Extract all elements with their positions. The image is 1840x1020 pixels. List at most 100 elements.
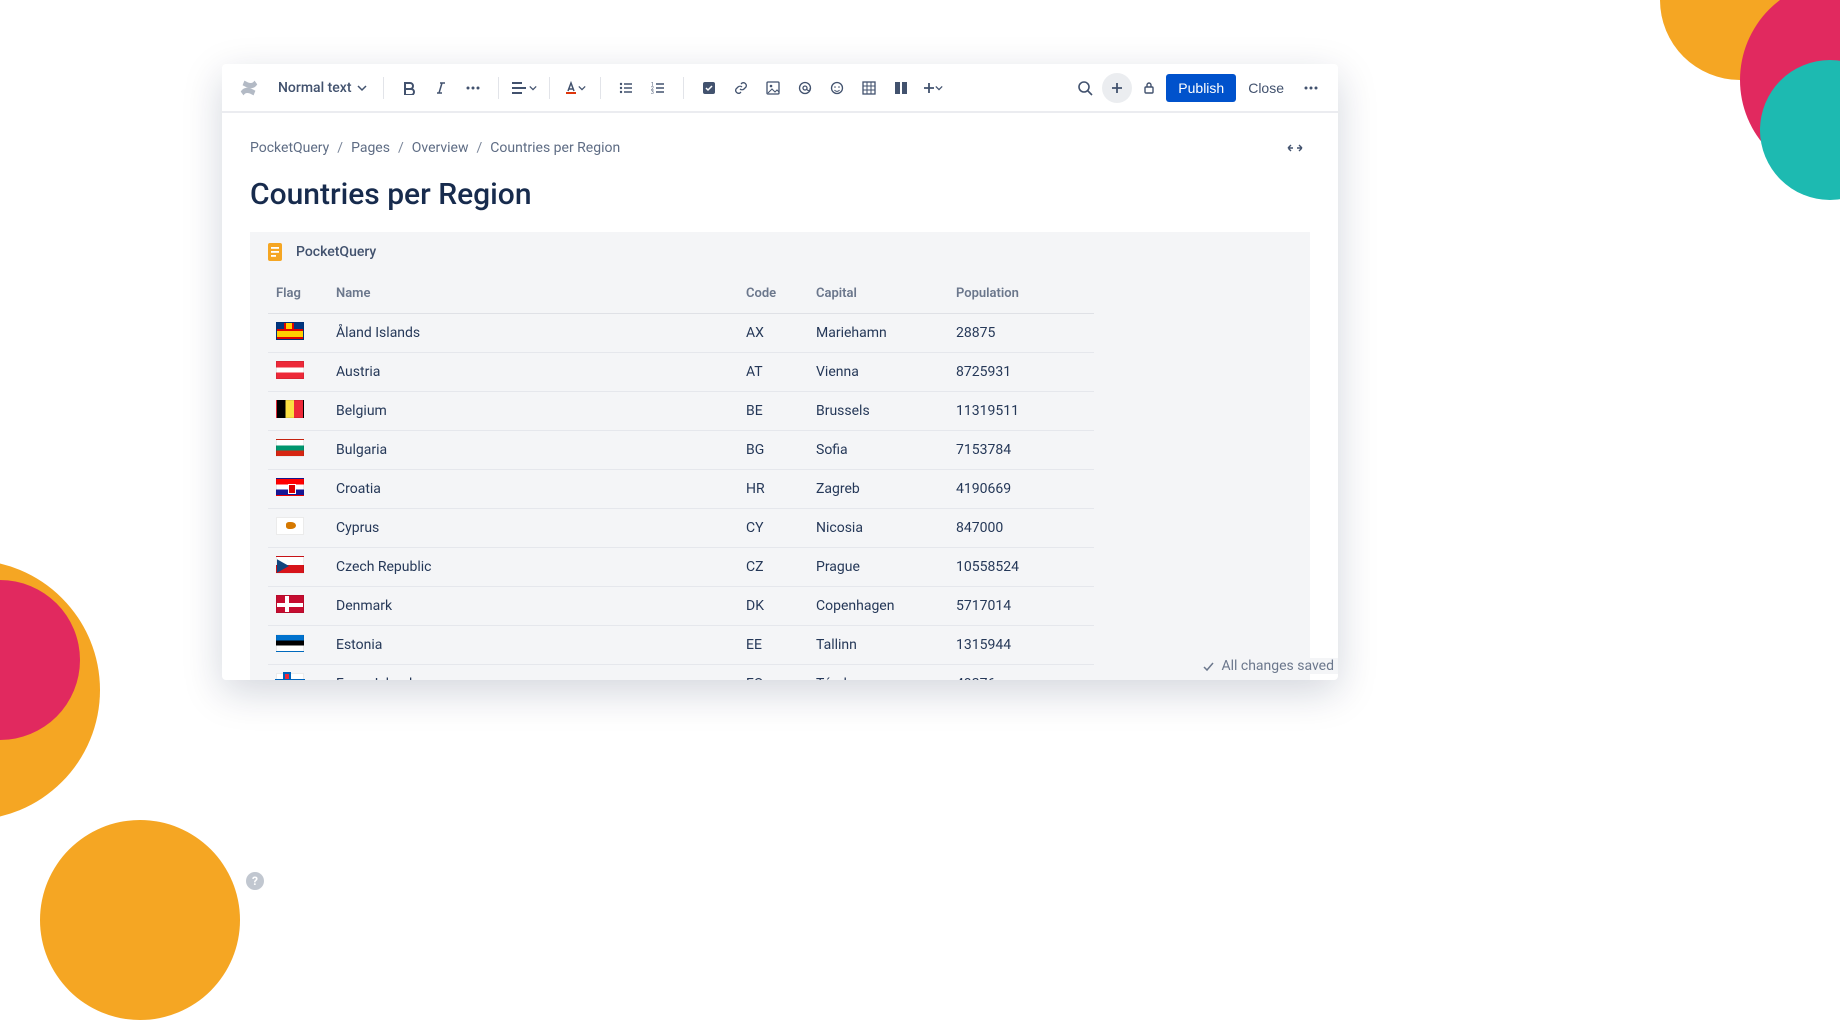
close-button[interactable]: Close [1238,74,1294,102]
decoration [40,820,240,1020]
separator [549,77,550,99]
col-code: Code [738,276,808,314]
cell-flag [268,314,328,353]
numbered-list-button[interactable]: 123 [643,73,673,103]
cell-population: 28875 [948,314,1094,353]
add-button[interactable] [1102,73,1132,103]
editor-window: Normal text 123 Publish Close [222,64,1338,680]
bullet-list-button[interactable] [611,73,641,103]
breadcrumb-item[interactable]: Pages [351,140,390,156]
breadcrumb-item[interactable]: PocketQuery [250,140,329,156]
bold-button[interactable] [394,73,424,103]
cell-name: Åland Islands [328,314,738,353]
cell-code: DK [738,587,808,626]
table-header-row: Flag Name Code Capital Population [268,276,1094,314]
insert-dropdown[interactable] [918,73,948,103]
layout-button[interactable] [886,73,916,103]
cell-flag [268,470,328,509]
image-button[interactable] [758,73,788,103]
cell-name: Bulgaria [328,431,738,470]
help-button[interactable]: ? [246,872,264,890]
cell-capital: Zagreb [808,470,948,509]
countries-table: Flag Name Code Capital Population Åland … [268,276,1094,680]
confluence-logo-icon [238,77,260,99]
cell-name: Estonia [328,626,738,665]
cell-capital: Tórshavn [808,665,948,681]
cell-capital: Tallinn [808,626,948,665]
col-flag: Flag [268,276,328,314]
table-button[interactable] [854,73,884,103]
cell-flag [268,509,328,548]
cell-capital: Vienna [808,353,948,392]
flag-icon [276,439,304,457]
cell-code: EE [738,626,808,665]
collapse-width-button[interactable] [1280,133,1310,163]
cell-code: BG [738,431,808,470]
table-row: Åland IslandsAXMariehamn28875 [268,314,1094,353]
cell-code: AT [738,353,808,392]
cell-code: HR [738,470,808,509]
cell-code: AX [738,314,808,353]
chevron-down-icon [935,84,943,92]
cell-flag [268,587,328,626]
search-button[interactable] [1070,73,1100,103]
page-content: PocketQuery / Pages / Overview / Countri… [222,113,1338,680]
link-button[interactable] [726,73,756,103]
breadcrumb-separator: / [477,140,483,156]
mention-button[interactable] [790,73,820,103]
cell-code: FO [738,665,808,681]
cell-code: CY [738,509,808,548]
cell-name: Czech Republic [328,548,738,587]
macro-name: PocketQuery [296,244,376,260]
flag-icon [276,400,304,418]
cell-flag [268,431,328,470]
italic-button[interactable] [426,73,456,103]
text-style-dropdown[interactable]: Normal text [272,76,373,100]
toolbar: Normal text 123 Publish Close [222,64,1338,113]
breadcrumb-item[interactable]: Countries per Region [490,140,620,156]
col-capital: Capital [808,276,948,314]
chevron-down-icon [578,84,586,92]
pocketquery-macro[interactable]: PocketQuery Flag Name Code Capital Popul… [250,232,1310,680]
text-style-label: Normal text [278,80,351,96]
separator [600,77,601,99]
cell-population: 4190669 [948,470,1094,509]
cell-population: 1315944 [948,626,1094,665]
cell-capital: Mariehamn [808,314,948,353]
table-row: BulgariaBGSofia7153784 [268,431,1094,470]
page-title[interactable]: Countries per Region [250,177,1310,212]
cell-capital: Prague [808,548,948,587]
cell-capital: Nicosia [808,509,948,548]
breadcrumb-item[interactable]: Overview [412,140,469,156]
align-dropdown[interactable] [509,73,539,103]
flag-icon [276,517,304,535]
cell-flag [268,353,328,392]
separator [683,77,684,99]
breadcrumb-separator: / [337,140,343,156]
pocketquery-icon [266,242,286,262]
action-item-button[interactable] [694,73,724,103]
publish-button[interactable]: Publish [1166,74,1236,102]
separator [498,77,499,99]
cell-flag [268,665,328,681]
text-color-dropdown[interactable] [560,73,590,103]
more-actions-button[interactable] [1296,73,1326,103]
breadcrumb: PocketQuery / Pages / Overview / Countri… [250,140,620,156]
cell-name: Cyprus [328,509,738,548]
cell-capital: Copenhagen [808,587,948,626]
cell-population: 5717014 [948,587,1094,626]
separator [383,77,384,99]
table-row: CyprusCYNicosia847000 [268,509,1094,548]
table-row: CroatiaHRZagreb4190669 [268,470,1094,509]
emoji-button[interactable] [822,73,852,103]
cell-population: 11319511 [948,392,1094,431]
cell-code: BE [738,392,808,431]
table-row: EstoniaEETallinn1315944 [268,626,1094,665]
cell-population: 7153784 [948,431,1094,470]
cell-flag [268,548,328,587]
restrictions-button[interactable] [1134,73,1164,103]
more-formatting-button[interactable] [458,73,488,103]
cell-population: 8725931 [948,353,1094,392]
chevron-down-icon [357,83,367,93]
cell-population: 847000 [948,509,1094,548]
